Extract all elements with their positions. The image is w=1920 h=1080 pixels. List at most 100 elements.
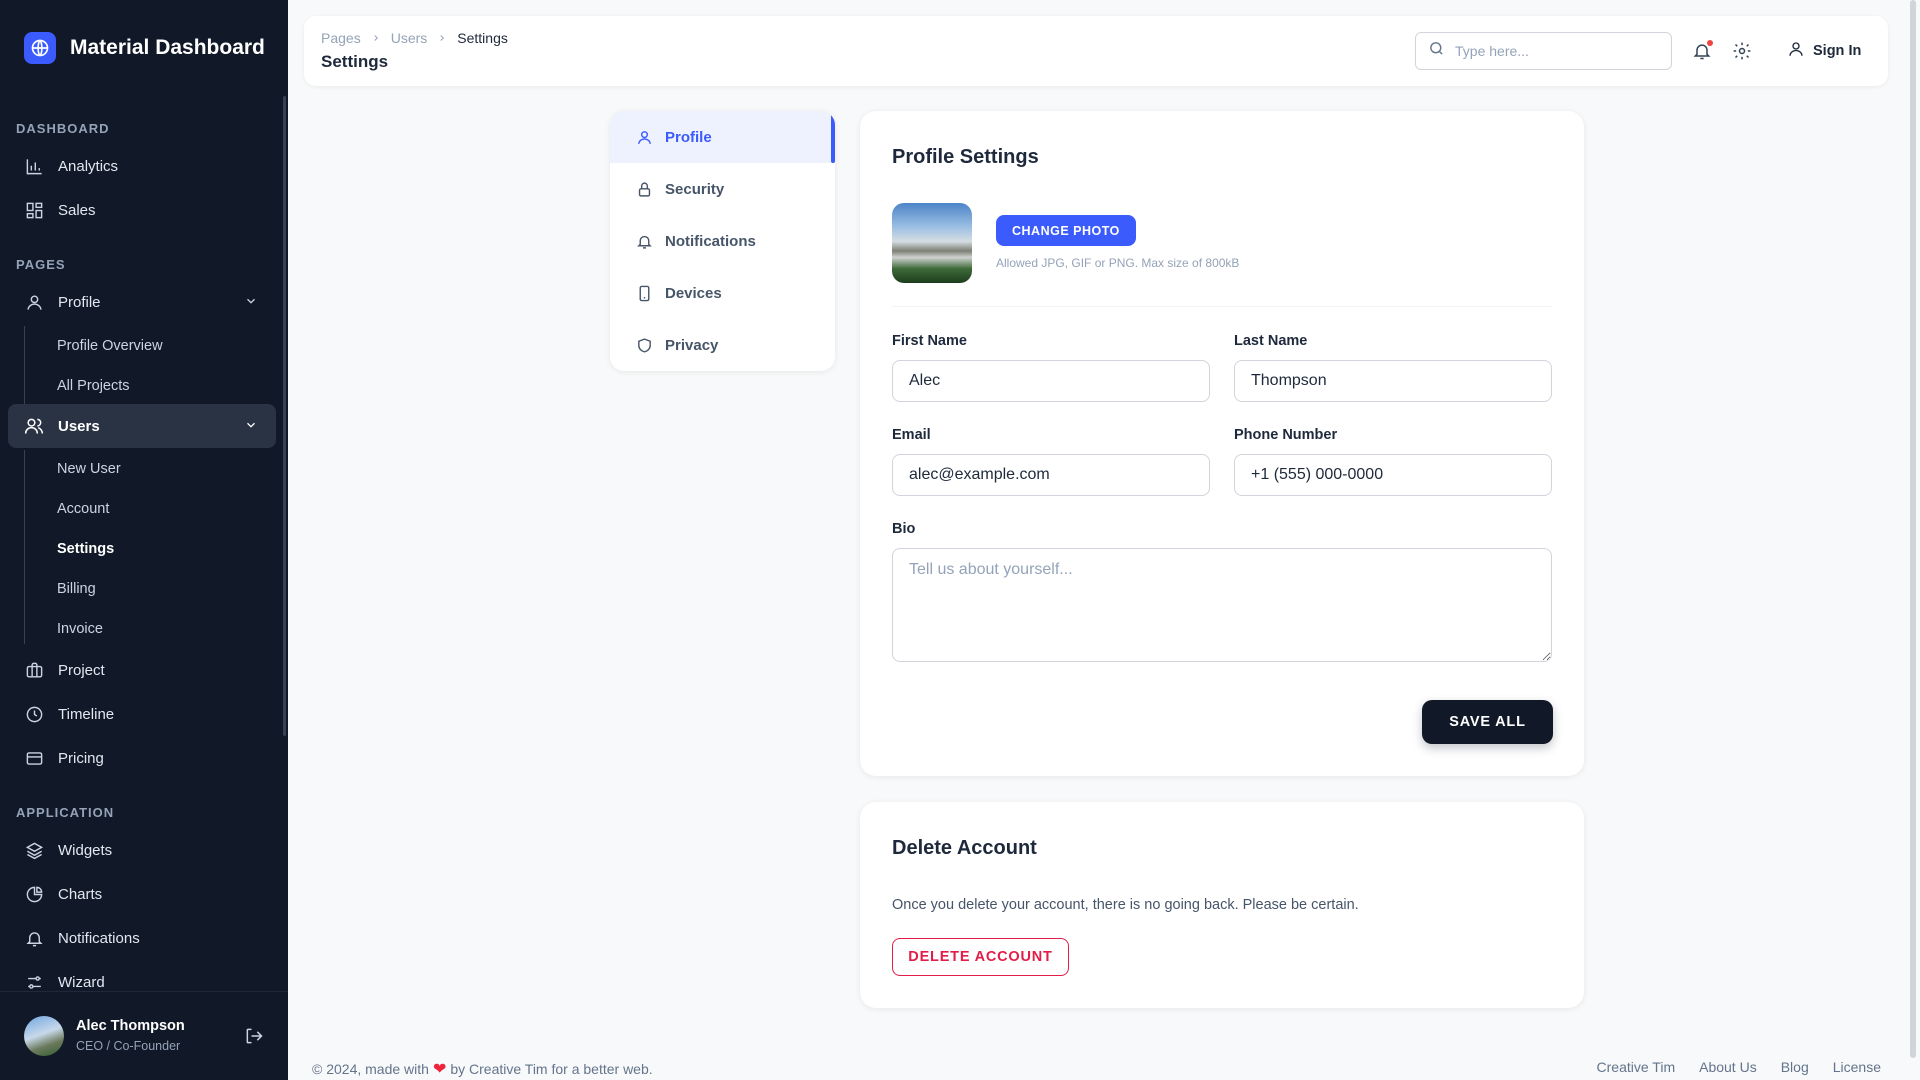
phone-label: Phone Number: [1234, 427, 1338, 443]
clock-icon: [24, 704, 44, 724]
footer-link-creative-tim[interactable]: Creative Tim: [1597, 1059, 1676, 1075]
footer-link-blog[interactable]: Blog: [1781, 1059, 1809, 1075]
chevron-right-icon: [437, 30, 447, 46]
settings-tab-devices[interactable]: Devices: [610, 267, 835, 319]
breadcrumb-pages[interactable]: Pages: [321, 30, 361, 46]
user-icon: [24, 292, 44, 312]
briefcase-icon: [24, 660, 44, 680]
bio-textarea[interactable]: [892, 548, 1552, 662]
pie-chart-icon: [24, 884, 44, 904]
user-name: Alec Thompson: [76, 1018, 185, 1034]
shield-icon: [635, 336, 653, 354]
sliders-icon: [24, 972, 44, 992]
profile-settings-card: Profile Settings CHANGE PHOTO Allowed JP…: [860, 111, 1584, 776]
lock-icon: [635, 180, 653, 198]
heart-icon: ❤: [432, 1061, 447, 1078]
submenu-line: [24, 326, 25, 404]
search-icon: [1428, 40, 1445, 62]
first-name-field[interactable]: [892, 360, 1210, 402]
layers-icon: [24, 840, 44, 860]
delete-account-button[interactable]: DELETE ACCOUNT: [892, 938, 1069, 976]
sidebar-item-notifications[interactable]: Notifications: [8, 916, 276, 960]
sidebar-subitem-all-projects[interactable]: All Projects: [57, 378, 130, 394]
sidebar-item-sales[interactable]: Sales: [8, 188, 276, 232]
sidebar-scrollbar[interactable]: [283, 96, 286, 736]
sidebar-subitem-invoice[interactable]: Invoice: [57, 621, 103, 637]
settings-tab-notifications[interactable]: Notifications: [610, 215, 835, 267]
section-dashboard: DASHBOARD: [16, 121, 110, 136]
settings-tab-privacy[interactable]: Privacy: [610, 319, 835, 371]
phone-field[interactable]: [1234, 454, 1552, 496]
photo-hint: Allowed JPG, GIF or PNG. Max size of 800…: [996, 256, 1240, 270]
sidebar-subitem-settings[interactable]: Settings: [57, 541, 114, 557]
bell-icon: [24, 928, 44, 948]
sidebar-subitem-new-user[interactable]: New User: [57, 461, 121, 477]
last-name-label: Last Name: [1234, 333, 1308, 349]
breadcrumb-users[interactable]: Users: [391, 30, 428, 46]
sidebar-item-widgets[interactable]: Widgets: [8, 828, 276, 872]
brand-title: Material Dashboard: [70, 36, 265, 59]
footer-links: Creative Tim About Us Blog License: [1597, 1059, 1881, 1075]
save-all-button[interactable]: SAVE ALL: [1422, 700, 1553, 744]
profile-photo: [892, 203, 972, 283]
sidebar-item-timeline[interactable]: Timeline: [8, 692, 276, 736]
first-name-label: First Name: [892, 333, 967, 349]
delete-account-title: Delete Account: [892, 837, 1037, 859]
footer-copyright: © 2024, made with ❤ by Creative Tim for …: [312, 1061, 653, 1078]
page-title: Settings: [321, 52, 389, 71]
user-role: CEO / Co-Founder: [76, 1039, 181, 1053]
footer-link-license[interactable]: License: [1833, 1059, 1881, 1075]
user-icon: [635, 128, 653, 146]
smartphone-icon: [635, 284, 653, 302]
delete-account-card: Delete Account Once you delete your acco…: [860, 802, 1584, 1008]
chevron-right-icon: [371, 30, 381, 46]
breadcrumb: Pages Users Settings: [321, 30, 508, 46]
page-scrollbar[interactable]: [1910, 0, 1916, 1058]
sidebar-item-profile[interactable]: Profile: [8, 280, 276, 324]
sidebar-subitem-account[interactable]: Account: [57, 501, 109, 517]
breadcrumb-current: Settings: [457, 30, 508, 46]
sidebar: Material Dashboard DASHBOARD Analytics S…: [0, 0, 288, 1080]
bar-chart-icon: [24, 156, 44, 176]
logout-icon[interactable]: [244, 1026, 264, 1051]
footer-link-about-us[interactable]: About Us: [1699, 1059, 1757, 1075]
divider: [892, 306, 1552, 307]
sidebar-subitem-billing[interactable]: Billing: [57, 581, 96, 597]
settings-tab-security[interactable]: Security: [610, 163, 835, 215]
sidebar-user-footer: Alec Thompson CEO / Co-Founder: [0, 991, 288, 1080]
sidebar-item-project[interactable]: Project: [8, 648, 276, 692]
user-icon: [1787, 40, 1805, 62]
last-name-field[interactable]: [1234, 360, 1552, 402]
search-box[interactable]: [1415, 32, 1672, 70]
settings-tab-profile[interactable]: Profile: [610, 111, 835, 163]
bio-label: Bio: [892, 521, 916, 537]
sidebar-item-analytics[interactable]: Analytics: [8, 144, 276, 188]
gear-icon[interactable]: [1731, 40, 1753, 62]
brand[interactable]: Material Dashboard: [24, 32, 265, 64]
bell-icon: [635, 232, 653, 250]
notification-dot: [1707, 40, 1713, 46]
settings-nav: Profile Security Notifications Devices P…: [610, 111, 835, 371]
avatar[interactable]: [24, 1016, 64, 1056]
chevron-down-icon: [244, 418, 258, 436]
email-label: Email: [892, 427, 931, 443]
sidebar-subitem-profile-overview[interactable]: Profile Overview: [57, 338, 163, 354]
sidebar-item-charts[interactable]: Charts: [8, 872, 276, 916]
delete-account-warning: Once you delete your account, there is n…: [892, 897, 1359, 913]
change-photo-button[interactable]: CHANGE PHOTO: [996, 215, 1136, 246]
globe-icon: [24, 32, 56, 64]
sidebar-item-users[interactable]: Users: [8, 404, 276, 448]
users-icon: [24, 416, 44, 436]
section-application: APPLICATION: [16, 805, 115, 820]
email-field[interactable]: [892, 454, 1210, 496]
card-title: Profile Settings: [892, 146, 1039, 168]
chevron-down-icon: [244, 294, 258, 312]
bell-icon[interactable]: [1691, 40, 1713, 62]
submenu-line: [24, 450, 25, 644]
credit-card-icon: [24, 748, 44, 768]
search-input[interactable]: [1455, 43, 1655, 59]
section-pages: PAGES: [16, 257, 66, 272]
sign-in-button[interactable]: Sign In: [1787, 40, 1861, 62]
topbar: Pages Users Settings Settings Sign In: [304, 16, 1888, 86]
sidebar-item-pricing[interactable]: Pricing: [8, 736, 276, 780]
